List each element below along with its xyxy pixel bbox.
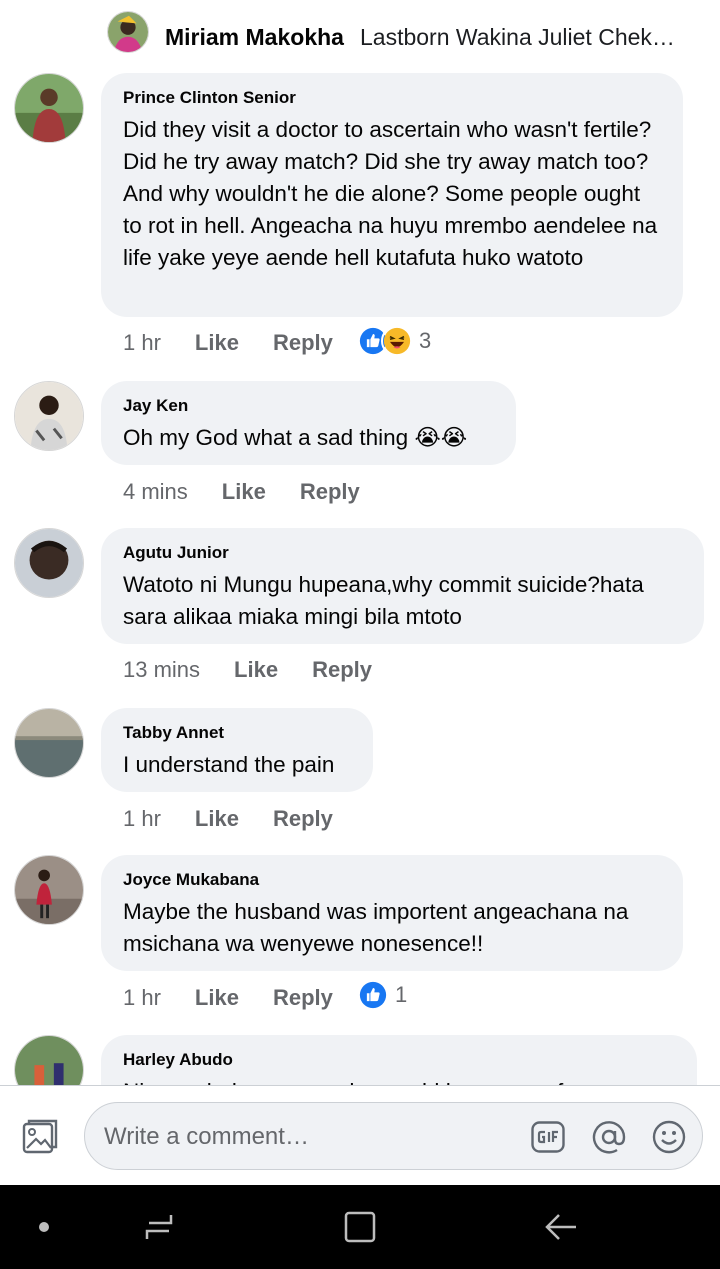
avatar-photo [15, 529, 83, 597]
comment-timestamp: 1 hr [123, 330, 161, 355]
comment-input[interactable]: Write a comment… [84, 1102, 703, 1170]
comment-actions: 1 hr Like Reply [123, 982, 333, 1014]
comment-bubble[interactable]: Jay Ken Oh my God what a sad thing 😭😭 [101, 381, 516, 465]
back-glyph [545, 1214, 576, 1240]
comment-author[interactable]: Joyce Mukabana [123, 871, 661, 889]
comment-author[interactable]: Prince Clinton Senior [123, 89, 661, 107]
comment-actions: 1 hr Like Reply [123, 803, 333, 835]
comment-text: I understand the pain [123, 752, 335, 777]
avatar-photo [15, 856, 83, 924]
home-glyph [344, 1211, 376, 1243]
avatar[interactable] [14, 381, 84, 451]
comment-timestamp: 1 hr [123, 985, 161, 1010]
system-nav-bar [0, 1185, 720, 1269]
avatar[interactable] [14, 708, 84, 778]
like-button[interactable]: Like [195, 985, 239, 1011]
comment-text: Watoto ni Mungu hupeana,why commit suici… [123, 572, 644, 629]
comment-bubble[interactable]: Joyce Mukabana Maybe the husband was imp… [101, 855, 683, 971]
reply-button[interactable]: Reply [273, 985, 333, 1011]
parent-author-name[interactable]: Miriam Makokha [165, 24, 344, 51]
reply-button[interactable]: Reply [273, 330, 333, 356]
recents-icon[interactable] [141, 1209, 177, 1245]
comment-text: Maybe the husband was importent angeacha… [123, 899, 629, 956]
avatar-photo [15, 382, 83, 450]
avatar[interactable] [14, 73, 84, 143]
comment-author[interactable]: Harley Abudo [123, 1051, 675, 1069]
avatar[interactable] [14, 855, 84, 925]
like-button[interactable]: Like [195, 806, 239, 832]
crying-emoji: 😭😭 [414, 425, 468, 451]
like-button[interactable]: Like [234, 657, 278, 683]
reply-button[interactable]: Reply [273, 806, 333, 832]
like-reaction-icon [357, 979, 389, 1011]
comment-timestamp: 13 mins [123, 657, 201, 682]
avatar-photo [15, 709, 83, 777]
like-button[interactable]: Like [195, 330, 239, 356]
parent-comment-snippet: Lastborn Wakina Juliet Chek… [360, 24, 675, 50]
reply-button[interactable]: Reply [300, 479, 360, 505]
gif-icon[interactable] [531, 1121, 565, 1153]
avatar-photo [15, 74, 83, 142]
comment-text: Did they visit a doctor to ascertain who… [123, 117, 658, 270]
reactions-summary[interactable]: 1 [357, 979, 407, 1011]
comment-author[interactable]: Jay Ken [123, 397, 494, 415]
comment-bubble[interactable]: Prince Clinton Senior Did they visit a d… [101, 73, 683, 317]
like-button[interactable]: Like [222, 479, 266, 505]
comment-actions: 4 mins Like Reply [123, 476, 360, 508]
avatar[interactable] [107, 11, 149, 53]
haha-reaction-icon [381, 325, 413, 357]
photo-icon[interactable] [20, 1117, 60, 1157]
comment-bubble[interactable]: Tabby Annet I understand the pain [101, 708, 373, 792]
reactions-summary[interactable]: 3 [357, 325, 431, 357]
at-mention-icon[interactable] [591, 1119, 627, 1155]
reply-button[interactable]: Reply [312, 657, 372, 683]
comment-timestamp: 4 mins [123, 479, 188, 504]
dot-glyph [39, 1222, 49, 1232]
comment-author[interactable]: Tabby Annet [123, 724, 351, 742]
comment-composer: Write a comment… [0, 1085, 720, 1185]
comments-screen: Miriam Makokha Lastborn Wakina Juliet Ch… [0, 0, 720, 1269]
home-icon[interactable] [342, 1209, 378, 1245]
recents-glyph [145, 1215, 173, 1239]
dot-icon[interactable] [26, 1209, 62, 1245]
comment-input-placeholder[interactable]: Write a comment… [104, 1123, 309, 1151]
back-icon[interactable] [543, 1209, 579, 1245]
avatar-photo [108, 12, 148, 52]
comment-actions: 1 hr Like Reply [123, 327, 333, 359]
reaction-count: 1 [395, 982, 408, 1007]
comment-bubble[interactable]: Agutu Junior Watoto ni Mungu hupeana,why… [101, 528, 704, 644]
parent-comment-header[interactable]: Miriam Makokha Lastborn Wakina Juliet Ch… [0, 0, 720, 64]
avatar[interactable] [14, 528, 84, 598]
comment-actions: 13 mins Like Reply [123, 654, 372, 686]
reaction-count: 3 [419, 328, 432, 353]
comment-text-content: Oh my God what a sad thing [123, 425, 409, 450]
comment-author[interactable]: Agutu Junior [123, 544, 682, 562]
comment-timestamp: 1 hr [123, 806, 161, 831]
comment-text: Oh my God what a sad thing 😭😭 [123, 422, 494, 454]
emoji-icon[interactable] [651, 1119, 687, 1155]
